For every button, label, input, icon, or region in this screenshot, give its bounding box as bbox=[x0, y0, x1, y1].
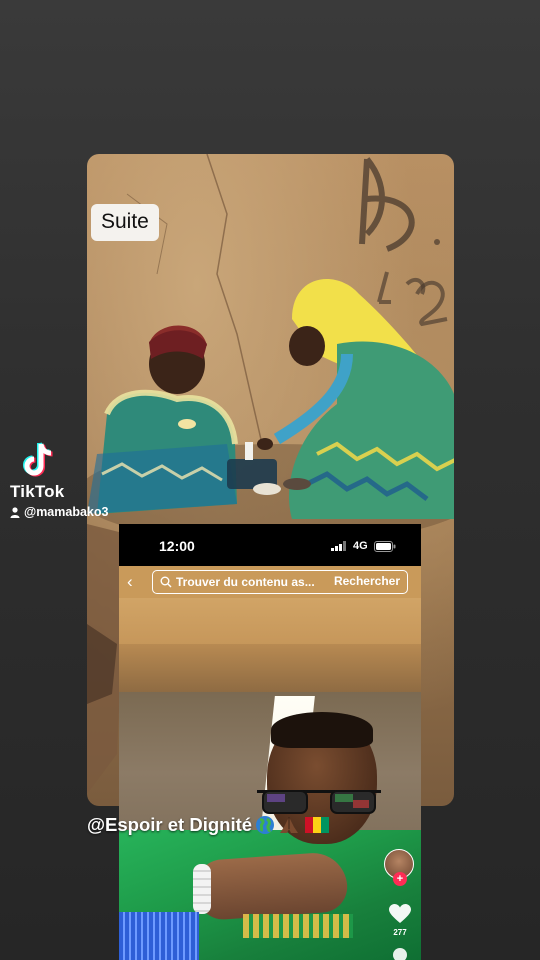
search-input[interactable]: Trouver du contenu as... Rechercher bbox=[152, 570, 408, 594]
suite-badge: Suite bbox=[91, 204, 159, 241]
user-icon bbox=[10, 506, 20, 518]
heart-icon[interactable] bbox=[389, 904, 411, 924]
status-bar: 12:00 4G bbox=[119, 524, 421, 566]
tiktok-handle: @mamabako3 bbox=[10, 505, 108, 519]
globe-icon bbox=[256, 816, 275, 834]
tiktok-logo-icon bbox=[23, 442, 53, 477]
comment-icon[interactable] bbox=[393, 948, 407, 960]
status-indicators: 4G bbox=[331, 540, 396, 552]
praying-hands-icon bbox=[280, 817, 299, 833]
person-hand bbox=[195, 850, 349, 922]
guinea-flag-icon bbox=[305, 817, 330, 833]
tiktok-handle-text: @mamabako3 bbox=[24, 505, 109, 519]
like-count: 277 bbox=[393, 928, 407, 937]
status-time: 12:00 bbox=[159, 538, 195, 554]
follow-plus-icon[interactable]: + bbox=[393, 872, 407, 886]
bracelet bbox=[193, 864, 211, 914]
back-chevron-icon[interactable]: ‹ bbox=[127, 573, 143, 590]
background-beam bbox=[119, 644, 421, 694]
person-hair bbox=[271, 712, 373, 748]
search-row: ‹ Trouver du contenu as... Rechercher bbox=[119, 566, 421, 598]
battery-icon bbox=[373, 540, 396, 552]
network-label: 4G bbox=[353, 540, 368, 552]
signal-icon bbox=[331, 541, 346, 551]
sunglasses bbox=[257, 790, 381, 814]
search-button[interactable]: Rechercher bbox=[334, 574, 400, 588]
tiktok-brand-text: TikTok bbox=[10, 482, 65, 501]
blue-fabric bbox=[119, 912, 199, 960]
search-icon bbox=[160, 576, 172, 588]
phone-screenshot: 12:00 4G ‹ Trouver du contenu as... Rech… bbox=[119, 524, 421, 960]
caption-text: @Espoir et Dignité bbox=[87, 814, 253, 835]
gold-embroidery bbox=[243, 914, 353, 938]
caption: @Espoir et Dignité bbox=[87, 814, 330, 836]
search-placeholder: Trouver du contenu as... bbox=[176, 575, 315, 589]
